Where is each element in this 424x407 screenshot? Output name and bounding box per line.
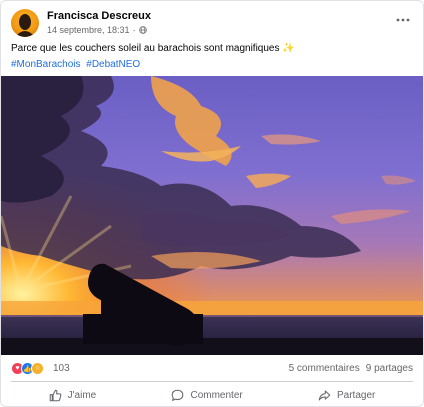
shares-count[interactable]: 9 partages	[366, 363, 413, 374]
thumbs-up-icon	[49, 389, 62, 401]
reaction-icons[interactable]: ♥ 👍 ○	[11, 362, 44, 375]
more-options-button[interactable]	[393, 11, 413, 29]
avatar[interactable]	[11, 9, 39, 37]
meta-separator: ·	[132, 25, 136, 35]
post-date[interactable]: 14 septembre, 18:31	[47, 25, 130, 35]
like-label: J'aime	[67, 389, 97, 401]
post-header: Francisca Descreux 14 septembre, 18:31 ·	[11, 9, 415, 39]
comment-button[interactable]: Commenter	[157, 386, 256, 405]
post-photo[interactable]	[1, 76, 423, 355]
comment-label: Commenter	[190, 389, 243, 401]
post-meta: 14 septembre, 18:31 ·	[47, 25, 147, 35]
post-text: Parce que les couchers soleil au baracho…	[11, 42, 413, 55]
author-name[interactable]: Francisca Descreux	[47, 10, 151, 22]
hashtag-link[interactable]: #DebatNEO	[86, 59, 140, 70]
engagement-counts: 5 commentaires 9 partages	[289, 363, 413, 374]
ellipsis-icon	[396, 18, 410, 22]
post-message: Parce que les couchers soleil au baracho…	[11, 43, 280, 54]
globe-icon	[138, 26, 147, 34]
post-card: Francisca Descreux 14 septembre, 18:31 ·…	[0, 0, 424, 407]
share-button[interactable]: Partager	[304, 386, 389, 405]
hashtag-link[interactable]: #MonBarachois	[11, 59, 80, 70]
reaction-count[interactable]: 103	[53, 363, 70, 374]
avatar-silhouette-icon	[15, 14, 35, 37]
post-stats: ♥ 👍 ○ 103 5 commentaires 9 partages	[11, 362, 413, 376]
wow-reaction-icon: ○	[31, 362, 44, 375]
share-arrow-icon	[318, 390, 331, 400]
share-label: Partager	[337, 389, 376, 401]
sunset-cannon-photo	[1, 76, 423, 355]
comments-count[interactable]: 5 commentaires	[289, 363, 360, 374]
comment-bubble-icon	[172, 389, 184, 401]
post-actions: J'aime Commenter Partager	[11, 384, 413, 406]
actions-divider	[11, 381, 413, 382]
like-button[interactable]: J'aime	[35, 386, 111, 405]
sparkles-emoji: ✨	[282, 43, 295, 54]
hashtags: #MonBarachois #DebatNEO	[11, 58, 143, 71]
